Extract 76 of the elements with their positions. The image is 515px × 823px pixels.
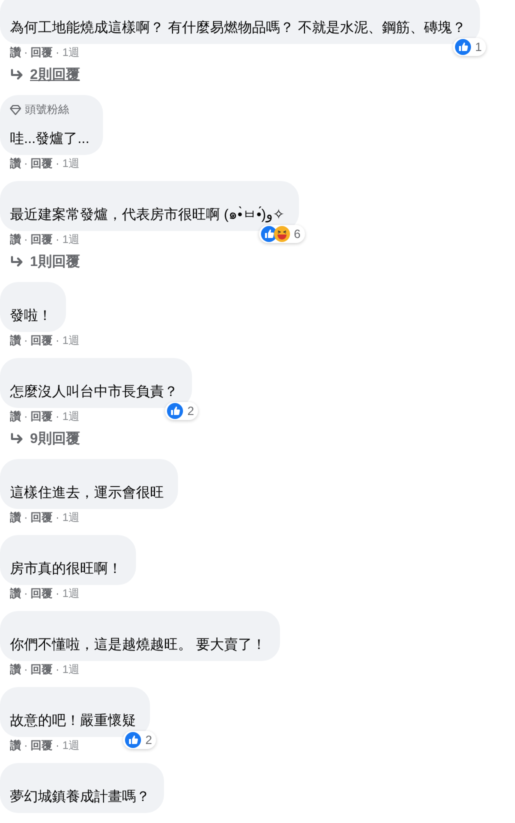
comment-text: 房市真的很旺啊！ [10, 559, 122, 577]
separator-dot: · [56, 157, 60, 171]
reaction-number: 1 [475, 40, 482, 54]
comment-action-link[interactable]: 回覆 [30, 410, 53, 424]
separator-dot: · [56, 739, 60, 753]
comment-action-link[interactable]: 讚 [10, 157, 21, 171]
comment-action-link[interactable]: 讚 [10, 233, 21, 247]
thumbs-up-icon [125, 732, 142, 748]
comment-time: 1週 [62, 334, 80, 348]
comment-time: 1週 [62, 511, 80, 525]
comment-text: 哇...發爐了... [10, 129, 90, 147]
view-replies-link[interactable]: 1則回覆 [10, 253, 80, 270]
comment-action-link[interactable]: 讚 [10, 587, 21, 601]
comment-time: 1週 [62, 233, 80, 247]
comment-action-link[interactable]: 回覆 [30, 511, 53, 525]
separator-dot: · [56, 511, 60, 525]
fan-badge-label: 頭號粉絲 [25, 103, 69, 117]
separator-dot: · [24, 663, 28, 677]
separator-dot: · [24, 739, 28, 753]
reaction-number: 2 [145, 733, 152, 747]
reaction-number: 2 [187, 404, 194, 418]
comment-action-link[interactable]: 回覆 [30, 157, 53, 171]
comment-text: 為何工地能燒成這樣啊？ 有什麼易燃物品嗎？ 不就是水泥、鋼筋、磚塊？ [10, 18, 466, 36]
reaction-count[interactable]: 1 [453, 38, 486, 56]
reply-arrow-icon [10, 432, 24, 444]
separator-dot: · [24, 410, 28, 424]
separator-dot: · [56, 46, 60, 60]
comment-text: 故意的吧！嚴重懷疑 [10, 711, 136, 729]
comment-time: 1週 [62, 410, 80, 424]
comment-action-link[interactable]: 回覆 [30, 46, 53, 60]
comment-text: 這樣住進去，運示會很旺 [10, 483, 164, 501]
comment-action-link[interactable]: 讚 [10, 410, 21, 424]
comment-time: 1週 [62, 157, 80, 171]
reaction-number: 6 [294, 227, 301, 241]
separator-dot: · [56, 233, 60, 247]
comment-text: 發啦！ [10, 306, 52, 324]
comment-action-link[interactable]: 回覆 [30, 663, 53, 677]
laughing-face-icon [274, 226, 290, 242]
comment-time: 1週 [62, 587, 80, 601]
comment-text: 怎麼沒人叫台中市長負責？ [10, 382, 178, 400]
separator-dot: · [56, 587, 60, 601]
diamond-icon [10, 104, 21, 114]
comment-time: 1週 [62, 663, 80, 677]
separator-dot: · [24, 587, 28, 601]
thumbs-up-icon [167, 403, 184, 419]
comment-text: 夢幻城鎮養成計畫嗎？ [10, 787, 150, 805]
view-replies-link[interactable]: 9則回覆 [10, 430, 80, 447]
reaction-count[interactable]: 2 [165, 402, 198, 420]
comment-action-link[interactable]: 回覆 [30, 587, 53, 601]
separator-dot: · [24, 46, 28, 60]
comment-action-link[interactable]: 回覆 [30, 739, 53, 753]
reaction-count[interactable]: 6 [258, 225, 305, 243]
comment-action-link[interactable]: 讚 [10, 334, 21, 348]
separator-dot: · [24, 334, 28, 348]
view-replies-link[interactable]: 2則回覆 [10, 66, 80, 83]
comment-action-link[interactable]: 讚 [10, 511, 21, 525]
reaction-count[interactable]: 2 [123, 731, 156, 749]
separator-dot: · [24, 233, 28, 247]
reply-arrow-icon [10, 256, 24, 268]
comment-time: 1週 [62, 739, 80, 753]
separator-dot: · [56, 410, 60, 424]
separator-dot: · [24, 511, 28, 525]
thumbs-up-icon [260, 226, 277, 242]
thumbs-up-icon [455, 39, 472, 55]
comment-text: 最近建案常發爐，代表房市很旺啊 (๑•̀ㅂ•́)و✧ [10, 205, 285, 223]
comment-time: 1週 [62, 46, 80, 60]
comment-action-link[interactable]: 讚 [10, 46, 21, 60]
separator-dot: · [24, 157, 28, 171]
comment-action-link[interactable]: 回覆 [30, 334, 53, 348]
comment-action-link[interactable]: 讚 [10, 739, 21, 753]
separator-dot: · [56, 663, 60, 677]
reply-arrow-icon [10, 68, 24, 80]
separator-dot: · [56, 334, 60, 348]
comment-action-link[interactable]: 讚 [10, 663, 21, 677]
comment-action-link[interactable]: 回覆 [30, 233, 53, 247]
comment-text: 你們不懂啦，這是越燒越旺。 要大賣了！ [10, 635, 266, 653]
